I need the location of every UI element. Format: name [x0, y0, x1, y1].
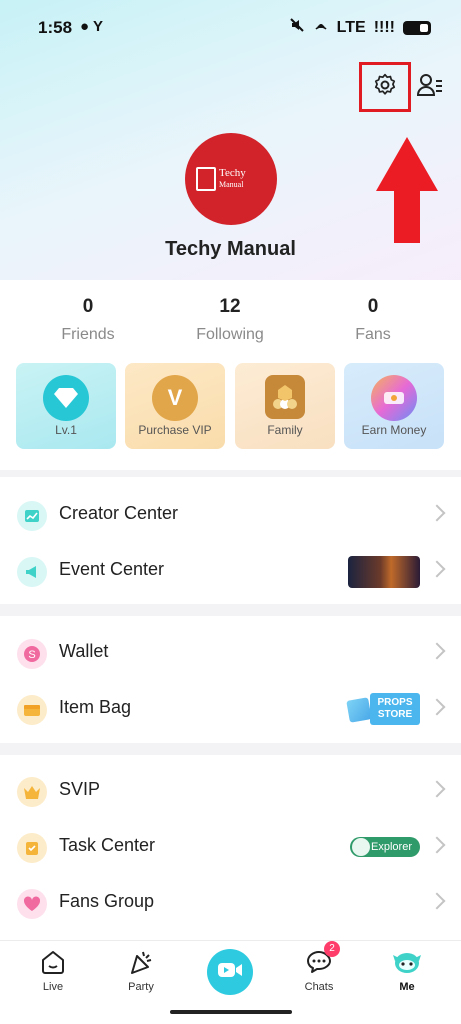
task-center-label: Task Center [59, 835, 156, 855]
event-banner-thumbnail [348, 556, 420, 588]
chevron-right-icon [428, 560, 446, 578]
home-face-icon [38, 947, 68, 977]
status-bar: 1:58 ● Y LTE !!!! [0, 0, 461, 56]
menu-item-task-center[interactable]: Task Center Explorer [0, 819, 461, 875]
menu-item-creator-center[interactable]: Creator Center [0, 487, 461, 543]
settings-gear-button[interactable] [359, 62, 411, 112]
card-family[interactable]: Family [235, 363, 335, 449]
tab-chats-label: Chats [304, 981, 334, 993]
family-badge-icon [265, 375, 305, 419]
explorer-badge-label: Explorer [371, 841, 412, 853]
tab-me-label: Me [399, 981, 415, 993]
svip-label: SVIP [59, 779, 101, 799]
chevron-right-icon [428, 780, 446, 798]
explorer-badge-icon [352, 838, 370, 856]
fans-group-label: Fans Group [59, 891, 155, 911]
user-list-icon [416, 71, 444, 104]
props-badge-line1: PROPS [377, 697, 413, 708]
card-family-label: Family [267, 423, 303, 437]
status-right-group: LTE !!!! [289, 17, 431, 38]
menu-section-svip: SVIP Task Center Explorer Fans Group [0, 755, 461, 940]
chat-bubble-icon: 2 [304, 941, 340, 977]
book-logo-icon [196, 167, 216, 191]
card-purchase-vip[interactable]: V Purchase VIP [125, 363, 225, 449]
wallet-coin-icon: S [17, 639, 47, 669]
tab-chats[interactable]: 2 Chats [289, 941, 349, 993]
props-store-badge: PROPS STORE [346, 693, 420, 725]
money-icon [371, 375, 417, 421]
hotspot-icon [313, 17, 329, 38]
following-label: Following [196, 326, 264, 343]
network-type: LTE [336, 18, 366, 36]
fans-label: Fans [355, 326, 391, 343]
heart-icon [17, 889, 47, 919]
card-vip-label: Purchase VIP [138, 423, 212, 437]
stat-following[interactable]: 12 Following [175, 296, 285, 344]
stat-fans[interactable]: 0 Fans [318, 296, 428, 344]
go-live-camera-icon [217, 960, 243, 985]
menu-item-fans-group[interactable]: Fans Group [0, 875, 461, 931]
party-icon [126, 947, 156, 977]
status-time: 1:58 [38, 18, 73, 37]
avatar-logo-text: Techy [219, 167, 246, 179]
battery-icon [403, 20, 431, 35]
menu-section-wallet: S Wallet Item Bag PROPS STORE [0, 616, 461, 743]
megaphone-icon [17, 557, 47, 587]
chevron-right-icon [428, 698, 446, 716]
menu-item-wallet[interactable]: S Wallet [0, 625, 461, 681]
creator-chart-icon [17, 501, 47, 531]
red-arrow-annotation [376, 137, 438, 243]
following-count: 12 [219, 296, 241, 317]
card-earn-label: Earn Money [361, 423, 427, 437]
props-badge-line2: STORE [377, 709, 413, 720]
friends-count: 0 [82, 296, 94, 317]
gear-icon [372, 72, 398, 103]
home-indicator [170, 1010, 292, 1014]
friends-label: Friends [61, 326, 115, 343]
tab-live[interactable]: Live [23, 947, 83, 993]
go-live-button[interactable] [207, 949, 253, 995]
me-avatar-icon [392, 947, 422, 977]
menu-item-item-bag[interactable]: Item Bag PROPS STORE [0, 681, 461, 737]
stat-friends[interactable]: 0 Friends [33, 296, 143, 344]
username: Techy Manual [165, 238, 296, 260]
task-icon [17, 833, 47, 863]
chevron-right-icon [428, 892, 446, 910]
chevron-right-icon [428, 836, 446, 854]
tab-me[interactable]: Me [377, 947, 437, 993]
diamond-icon [43, 375, 89, 421]
avatar[interactable]: Techy Manual [185, 133, 277, 225]
unread-chats-badge: 2 [324, 941, 340, 957]
tab-party-label: Party [128, 981, 154, 993]
avatar-logo-subtext: Manual [219, 180, 244, 189]
svg-text:S: S [28, 649, 35, 661]
chevron-right-icon [428, 504, 446, 522]
card-level-label: Lv.1 [55, 423, 77, 437]
notification-icons: ● Y [80, 18, 103, 35]
event-center-label: Event Center [59, 559, 165, 579]
chevron-right-icon [428, 642, 446, 660]
menu-section-creator: Creator Center Event Center [0, 477, 461, 604]
crown-icon [17, 777, 47, 807]
card-level[interactable]: Lv.1 [16, 363, 116, 449]
item-bag-label: Item Bag [59, 697, 132, 717]
tab-party[interactable]: Party [111, 947, 171, 993]
card-earn-money[interactable]: Earn Money [344, 363, 444, 449]
tab-live-label: Live [42, 981, 64, 993]
mute-icon [289, 17, 305, 38]
bag-icon [17, 695, 47, 725]
explorer-badge: Explorer [350, 837, 420, 857]
gift-box-icon [346, 697, 372, 723]
wallet-label: Wallet [59, 641, 109, 661]
menu-item-event-center[interactable]: Event Center [0, 543, 461, 599]
fans-count: 0 [367, 296, 379, 317]
vip-coin-icon: V [152, 375, 198, 421]
signal-icon: !!!! [373, 18, 395, 36]
creator-center-label: Creator Center [59, 503, 179, 523]
contacts-list-button[interactable] [413, 70, 447, 104]
menu-item-svip[interactable]: SVIP [0, 763, 461, 819]
